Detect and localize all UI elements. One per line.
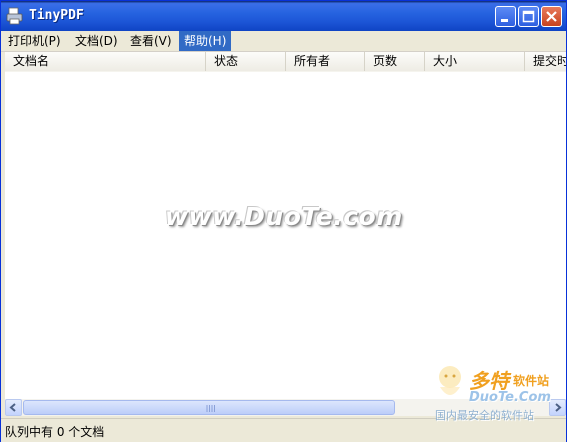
logo-domain-text: DuoTe.Com [469, 390, 551, 405]
logo-suffix-text: 软件站 [513, 374, 550, 388]
app-window: TinyPDF 打印机(P) 文档(D) 查看(V) 帮助(H) 文档名 状态 … [0, 0, 567, 442]
maximize-icon [522, 10, 535, 23]
column-header-pages[interactable]: 页数 [365, 52, 425, 71]
printer-icon [6, 7, 23, 25]
window-title: TinyPDF [29, 8, 84, 23]
minimize-icon [501, 19, 508, 22]
watermark-text: www.DuoTe.com [165, 202, 403, 231]
scroll-left-button[interactable] [5, 399, 22, 416]
close-icon [546, 11, 557, 22]
document-list[interactable]: www.DuoTe.com [5, 72, 566, 399]
menu-view[interactable]: 查看(V) [125, 31, 177, 51]
menu-document[interactable]: 文档(D) [70, 31, 123, 51]
column-header-status[interactable]: 状态 [206, 52, 286, 71]
duote-logo: 多特 软件站 DuoTe.Com 国内最安全的软件站 [431, 363, 566, 425]
list-header: 文档名 状态 所有者 页数 大小 提交时 [5, 52, 566, 73]
column-header-size[interactable]: 大小 [425, 52, 525, 71]
column-header-submitted[interactable]: 提交时 [525, 52, 566, 71]
menu-bar: 打印机(P) 文档(D) 查看(V) 帮助(H) [1, 31, 566, 52]
chevron-left-icon [9, 403, 16, 412]
close-button[interactable] [541, 6, 562, 27]
column-header-document-name[interactable]: 文档名 [5, 52, 206, 71]
minimize-button[interactable] [495, 6, 516, 27]
title-bar[interactable]: TinyPDF [1, 1, 566, 31]
mascot-icon [439, 366, 461, 395]
column-header-owner[interactable]: 所有者 [286, 52, 365, 71]
maximize-button[interactable] [518, 6, 539, 27]
logo-tagline-text: 国内最安全的软件站 [435, 409, 534, 422]
grip-icon [206, 405, 215, 412]
queue-status: 队列中有 0 个文档 [5, 425, 105, 439]
scroll-thumb[interactable] [23, 400, 395, 415]
menu-printer[interactable]: 打印机(P) [3, 31, 66, 51]
menu-help[interactable]: 帮助(H) [179, 31, 232, 51]
